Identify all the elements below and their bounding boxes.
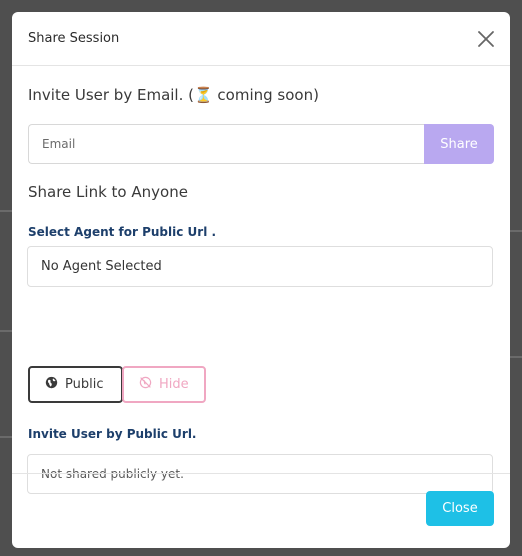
agent-select-value: No Agent Selected bbox=[41, 259, 162, 274]
share-button[interactable]: Share bbox=[424, 124, 494, 164]
public-toggle-label: Public bbox=[65, 377, 104, 392]
close-icon[interactable] bbox=[476, 29, 496, 49]
dialog-body: Invite User by Email. (⏳ coming soon) Sh… bbox=[12, 66, 510, 494]
globe-icon bbox=[45, 376, 58, 393]
globe-off-icon bbox=[139, 376, 152, 393]
email-invite-row: Share bbox=[28, 124, 494, 164]
visibility-toggle-group: Public Hide bbox=[28, 366, 206, 403]
public-toggle-button[interactable]: Public bbox=[28, 366, 123, 403]
hide-toggle-button[interactable]: Hide bbox=[122, 366, 206, 403]
select-agent-label: Select Agent for Public Url . bbox=[28, 225, 217, 239]
share-session-dialog: Share Session Invite User by Email. (⏳ c… bbox=[12, 12, 510, 548]
dialog-footer: Close bbox=[12, 473, 510, 548]
email-input[interactable] bbox=[28, 124, 424, 164]
invite-url-label: Invite User by Public Url. bbox=[28, 427, 197, 441]
dialog-header: Share Session bbox=[12, 12, 510, 66]
agent-select[interactable]: No Agent Selected bbox=[27, 246, 493, 287]
dialog-title: Share Session bbox=[28, 31, 120, 46]
close-button[interactable]: Close bbox=[426, 491, 494, 526]
share-link-heading: Share Link to Anyone bbox=[28, 183, 188, 201]
hide-toggle-label: Hide bbox=[159, 377, 189, 392]
invite-email-heading: Invite User by Email. (⏳ coming soon) bbox=[28, 86, 319, 104]
